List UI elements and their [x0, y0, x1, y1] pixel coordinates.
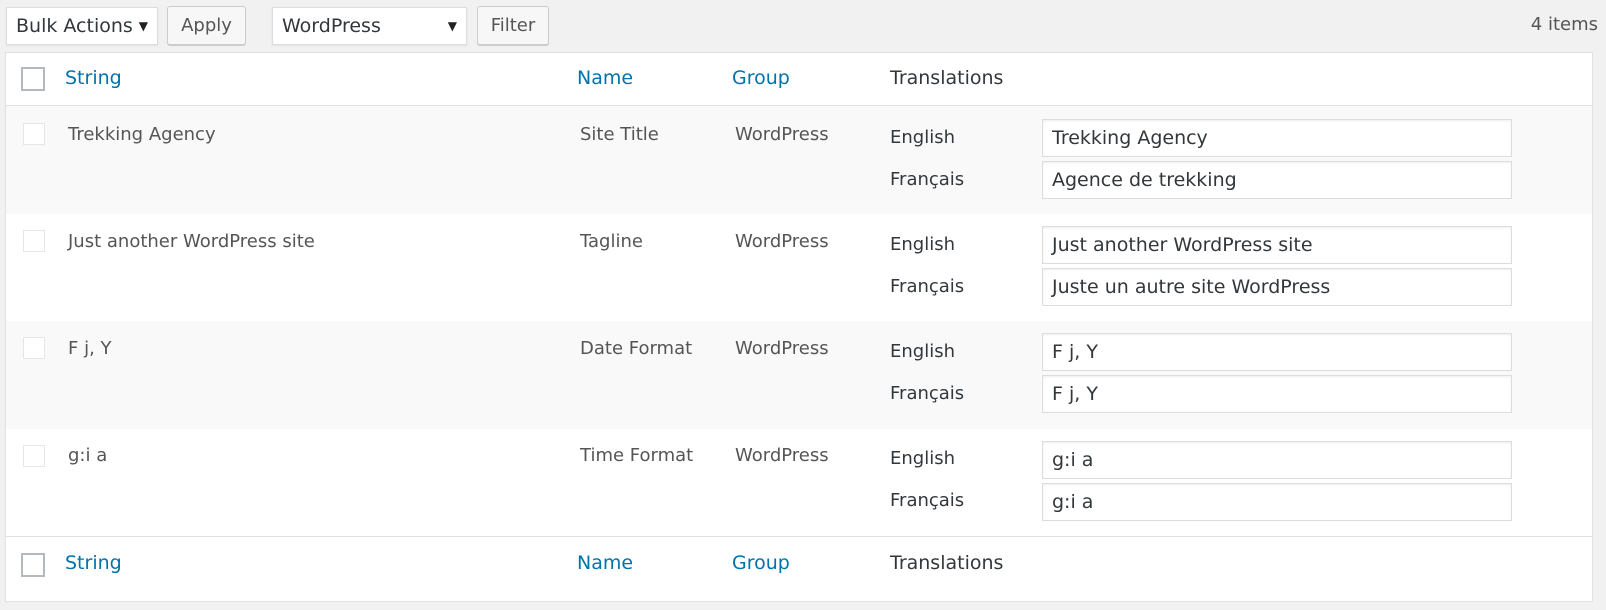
row-group: WordPress [735, 124, 829, 145]
column-header-group[interactable]: Group [732, 67, 790, 89]
row-checkbox[interactable] [23, 445, 45, 467]
row-string: Just another WordPress site [68, 231, 315, 252]
translation-lang-english: English [890, 127, 955, 148]
group-filter-label: WordPress [282, 15, 381, 37]
row-group: WordPress [735, 338, 829, 359]
column-footer-string[interactable]: String [65, 552, 122, 574]
row-name: Tagline [580, 231, 643, 252]
translation-input-french[interactable]: F j, Y [1042, 375, 1512, 413]
bulk-actions-select[interactable]: Bulk Actions ▼ [6, 7, 158, 45]
row-string: F j, Y [68, 338, 112, 359]
table-row: Just another WordPress site Tagline Word… [6, 214, 1592, 322]
group-filter-select[interactable]: WordPress ▼ [272, 7, 467, 45]
row-name: Time Format [580, 445, 694, 466]
translation-input-english[interactable]: Trekking Agency [1042, 119, 1512, 157]
column-footer-translations: Translations [890, 552, 1004, 574]
translation-input-english[interactable]: Just another WordPress site [1042, 226, 1512, 264]
column-header-name[interactable]: Name [577, 67, 633, 89]
dropdown-arrow-icon: ▼ [138, 19, 148, 33]
translation-input-french[interactable]: Agence de trekking [1042, 161, 1512, 199]
column-header-translations: Translations [890, 67, 1004, 89]
table-row: Trekking Agency Site Title WordPress Eng… [6, 106, 1592, 214]
translation-lang-french: Français [890, 383, 965, 404]
translation-lang-english: English [890, 448, 955, 469]
row-checkbox[interactable] [23, 123, 45, 145]
column-footer-name[interactable]: Name [577, 552, 633, 574]
row-string: Trekking Agency [68, 124, 216, 145]
translation-input-english[interactable]: F j, Y [1042, 333, 1512, 371]
row-name: Date Format [580, 338, 693, 359]
row-checkbox[interactable] [23, 230, 45, 252]
row-name: Site Title [580, 124, 659, 145]
translation-lang-french: Français [890, 276, 965, 297]
translation-input-english[interactable]: g:i a [1042, 441, 1512, 479]
dropdown-arrow-icon: ▼ [447, 19, 457, 33]
tablenav-top: Bulk Actions ▼ Apply WordPress ▼ Filter … [0, 0, 1606, 52]
select-all-checkbox[interactable] [21, 67, 45, 91]
row-string: g:i a [68, 445, 108, 466]
table-header: String Name Group Translations [6, 53, 1592, 106]
translation-input-french[interactable]: Juste un autre site WordPress [1042, 268, 1512, 306]
column-header-string[interactable]: String [65, 67, 122, 89]
row-group: WordPress [735, 445, 829, 466]
strings-table: String Name Group Translations Trekking … [5, 52, 1593, 602]
column-footer-group[interactable]: Group [732, 552, 790, 574]
table-row: g:i a Time Format WordPress English g:i … [6, 429, 1592, 537]
row-checkbox[interactable] [23, 337, 45, 359]
filter-button[interactable]: Filter [477, 6, 549, 45]
translation-lang-english: English [890, 341, 955, 362]
bulk-actions-label: Bulk Actions [16, 15, 133, 37]
translation-input-french[interactable]: g:i a [1042, 483, 1512, 521]
translation-lang-french: Français [890, 169, 965, 190]
row-group: WordPress [735, 231, 829, 252]
table-footer: String Name Group Translations [6, 536, 1592, 589]
select-all-checkbox-footer[interactable] [21, 553, 45, 577]
translation-lang-english: English [890, 234, 955, 255]
items-count: 4 items [1530, 14, 1598, 35]
apply-button[interactable]: Apply [167, 6, 246, 45]
translation-lang-french: Français [890, 490, 965, 511]
table-row: F j, Y Date Format WordPress English F j… [6, 321, 1592, 429]
